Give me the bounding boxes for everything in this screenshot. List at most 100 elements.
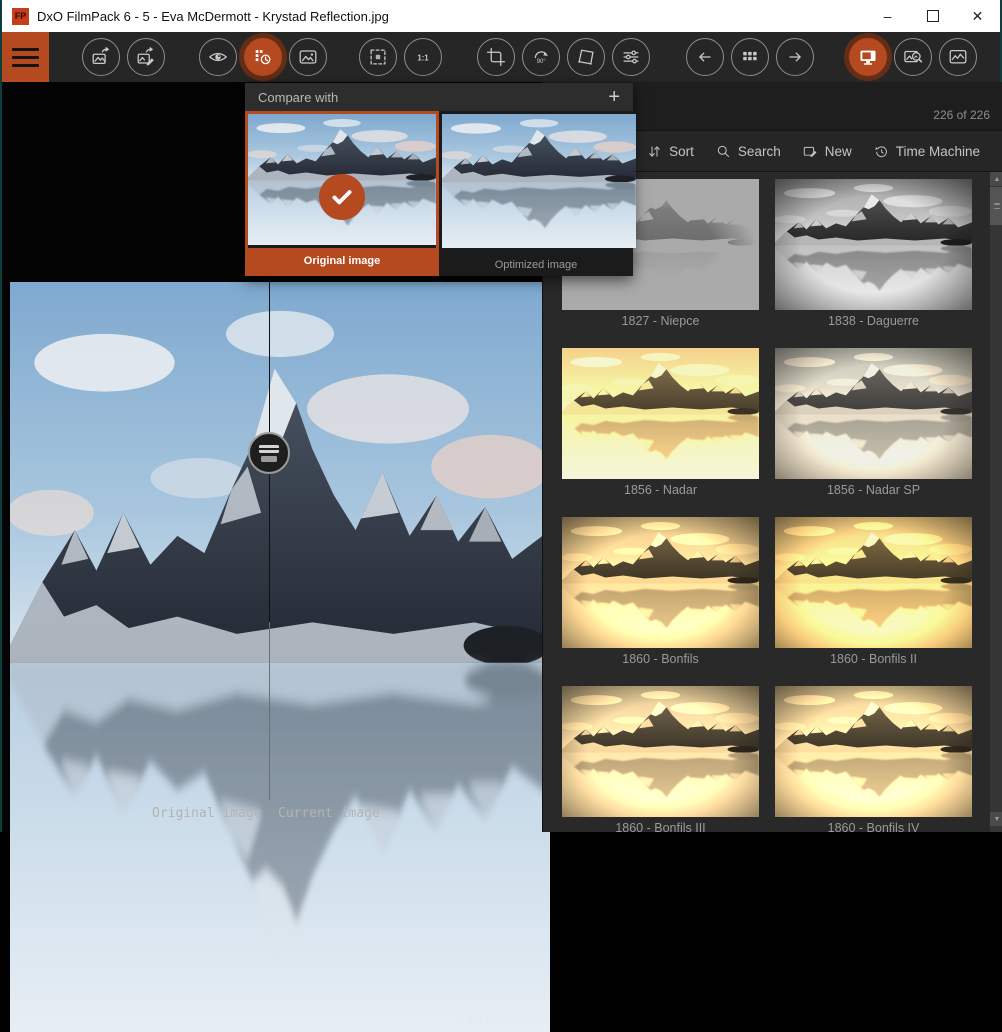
rotate-90-icon: 90°: [530, 46, 552, 68]
export-edit-button[interactable]: [127, 38, 165, 76]
maximize-button[interactable]: [910, 0, 955, 32]
preset-thumbnail: [775, 686, 972, 817]
compare-with-panel: Compare with + Original image: [245, 83, 633, 276]
window-controls: – ✕: [865, 0, 1000, 32]
selection-icon: [367, 46, 389, 68]
search-icon: [715, 143, 732, 160]
preset-label: 1860 - Bonfils III: [562, 821, 759, 832]
grid-view-button[interactable]: [731, 38, 769, 76]
compare-panel-title: Compare with: [258, 90, 338, 105]
main-toolbar: 1:1 90°: [2, 32, 1000, 82]
crop-button[interactable]: [477, 38, 515, 76]
toolbar-group-g4: 90°: [477, 38, 650, 76]
compare-option-original-image[interactable]: Original image: [245, 111, 439, 276]
add-compare-button[interactable]: +: [608, 87, 620, 107]
window-title: DxO FilmPack 6 - 5 - Eva McDermott - Kry…: [37, 9, 389, 24]
one-to-one-icon: 1:1: [412, 46, 434, 68]
time-machine-button[interactable]: Time Machine: [873, 143, 980, 160]
presets-scrollbar[interactable]: ▲ ▼: [990, 172, 1002, 832]
preset-label: 1827 - Niepce: [562, 314, 759, 330]
close-button[interactable]: ✕: [955, 0, 1000, 32]
preset-label: 1856 - Nadar SP: [775, 483, 972, 499]
preset-daguerre[interactable]: 1838 - Daguerre: [775, 179, 972, 330]
preset-label: 1860 - Bonfils: [562, 652, 759, 668]
export-image-button[interactable]: [82, 38, 120, 76]
action-label: Sort: [669, 144, 694, 159]
hamburger-menu-button[interactable]: [2, 32, 49, 82]
preset-thumbnail: [775, 348, 972, 479]
preset-bonfils2[interactable]: 1860 - Bonfils II: [775, 517, 972, 668]
original-image-label: Original image: [152, 806, 262, 821]
preset-thumbnail: [562, 686, 759, 817]
minimize-button[interactable]: –: [865, 0, 910, 32]
perspective-button[interactable]: [567, 38, 605, 76]
new-preset-icon: [802, 143, 819, 160]
display-image-icon: [297, 46, 319, 68]
svg-text:1:1: 1:1: [417, 53, 429, 62]
compare-option-label: Optimized image: [439, 254, 633, 276]
compare-icon: [252, 46, 274, 68]
compare-divider-line-lower[interactable]: [269, 622, 270, 800]
compare-panel-header: Compare with +: [245, 83, 633, 111]
arrow-left-icon: [694, 46, 716, 68]
toolbar-group-g5: [686, 38, 814, 76]
preset-label: 1856 - Nadar: [562, 483, 759, 499]
preset-label: 1860 - Bonfils IV: [775, 821, 972, 832]
new-button[interactable]: New: [802, 143, 852, 160]
action-label: Search: [738, 144, 781, 159]
export-image-icon: [90, 46, 112, 68]
perspective-icon: [575, 46, 597, 68]
app-icon: FP: [12, 8, 29, 25]
app-window: FP DxO FilmPack 6 - 5 - Eva McDermott - …: [0, 0, 1002, 832]
histogram-button[interactable]: [939, 38, 977, 76]
display-image-button[interactable]: [289, 38, 327, 76]
preset-thumbnail: [775, 179, 972, 310]
arrow-right-icon: [784, 46, 806, 68]
adjustments-button[interactable]: [612, 38, 650, 76]
scrollbar-up-icon[interactable]: ▲: [990, 172, 1002, 186]
current-image-label: Current image: [278, 806, 380, 821]
histogram-icon: [947, 46, 969, 68]
toolbar-group-g3: 1:1: [359, 38, 442, 76]
grid-view-icon: [739, 46, 761, 68]
preset-nadar[interactable]: 1856 - Nadar: [562, 348, 759, 499]
preset-thumbnail: [562, 348, 759, 479]
preset-count: 226 of 226: [933, 108, 990, 122]
compare-option-optimized-image[interactable]: Optimized image: [439, 111, 633, 276]
preset-nadar-sp[interactable]: 1856 - Nadar SP: [775, 348, 972, 499]
compare-options: Original image Optimized image: [245, 111, 633, 276]
compare-option-label: Original image: [248, 248, 436, 273]
scrollbar-thumb[interactable]: [990, 187, 1002, 225]
selection-button[interactable]: [359, 38, 397, 76]
slider-handle-icon: [259, 445, 279, 453]
sort-icon: [646, 143, 663, 160]
rotate-90-button[interactable]: 90°: [522, 38, 560, 76]
arrow-left-button[interactable]: [686, 38, 724, 76]
eye-preview-icon: [207, 46, 229, 68]
loupe-button[interactable]: [894, 38, 932, 76]
monitor-button[interactable]: [849, 38, 887, 76]
adjustments-icon: [620, 46, 642, 68]
compare-button[interactable]: [244, 38, 282, 76]
action-label: Time Machine: [896, 144, 980, 159]
time-machine-icon: [873, 143, 890, 160]
toolbar-group-g6: [849, 38, 977, 76]
monitor-icon: [857, 46, 879, 68]
sort-button[interactable]: Sort: [646, 143, 694, 160]
scrollbar-down-icon[interactable]: ▼: [990, 812, 1002, 826]
preset-bonfils[interactable]: 1860 - Bonfils: [562, 517, 759, 668]
preset-bonfils4[interactable]: 1860 - Bonfils IV: [775, 686, 972, 832]
eye-preview-button[interactable]: [199, 38, 237, 76]
search-button[interactable]: Search: [715, 143, 781, 160]
loupe-icon: [902, 46, 924, 68]
title-bar: FP DxO FilmPack 6 - 5 - Eva McDermott - …: [2, 0, 1000, 32]
svg-text:90°: 90°: [537, 59, 547, 65]
preset-label: 1860 - Bonfils II: [775, 652, 972, 668]
export-edit-icon: [135, 46, 157, 68]
one-to-one-button[interactable]: 1:1: [404, 38, 442, 76]
toolbar-group-g1: [82, 38, 165, 76]
main-photo: © EVA MCDERMOTT: [10, 282, 550, 1032]
compare-slider-handle[interactable]: [248, 432, 290, 474]
arrow-right-button[interactable]: [776, 38, 814, 76]
preset-bonfils3[interactable]: 1860 - Bonfils III: [562, 686, 759, 832]
